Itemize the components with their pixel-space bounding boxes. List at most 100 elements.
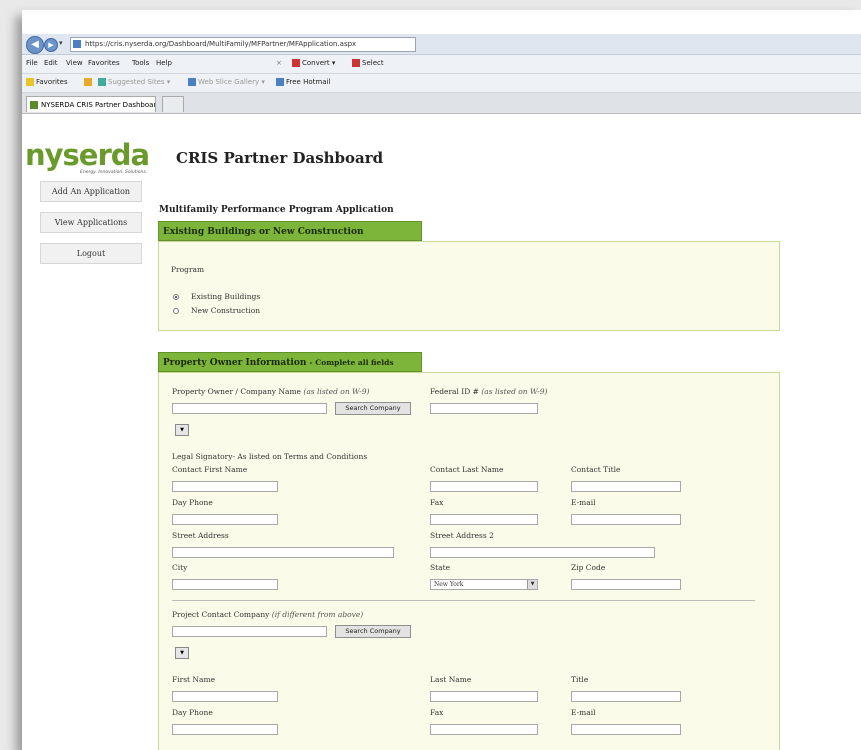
menu-tools[interactable]: Tools (132, 59, 149, 67)
day-phone-label: Day Phone (172, 498, 213, 507)
select-icon (352, 59, 360, 67)
contact-title-label: Contact Title (571, 465, 621, 474)
logo: nyserda (25, 138, 150, 172)
section-owner: Property Owner / Company Name (as listed… (158, 372, 780, 750)
radio-existing-buildings[interactable] (173, 294, 179, 300)
menu-file[interactable]: File (26, 59, 38, 67)
street-address2-label: Street Address 2 (430, 531, 494, 540)
forward-icon[interactable]: ▶ (44, 38, 58, 52)
zip-input[interactable] (571, 579, 681, 590)
history-dropdown-icon[interactable]: ▾ (59, 39, 63, 47)
fax-label-2: Fax (430, 708, 444, 717)
zip-label: Zip Code (571, 563, 606, 572)
address-bar: ◀ ▶ ▾ https://cris.nyserda.org/Dashboard… (22, 34, 861, 55)
project-contact-text: Project Contact Company (172, 610, 270, 619)
program-label: Program (171, 265, 205, 274)
tab-active[interactable]: NYSERDA CRIS Partner Dashboard (26, 96, 156, 112)
day-phone-input-2[interactable] (172, 724, 278, 735)
day-phone-input[interactable] (172, 514, 278, 525)
sidebar-item-logout[interactable]: Logout (40, 243, 142, 264)
contact-first-input[interactable] (172, 481, 278, 492)
close-toolbar-icon[interactable]: × (276, 59, 282, 67)
section-building-type: Program Existing Buildings New Construct… (158, 241, 780, 331)
email-input-2[interactable] (571, 724, 681, 735)
select-label: Select (362, 59, 384, 67)
select-button[interactable]: Select (352, 59, 384, 67)
title-label: Title (571, 675, 589, 684)
first-name-input[interactable] (172, 691, 278, 702)
dashboard-title: CRIS Partner Dashboard (176, 149, 384, 167)
tab-bar: NYSERDA CRIS Partner Dashboard (22, 93, 861, 114)
owner-name-note: (as listed on W-9) (303, 387, 370, 396)
menu-favorites[interactable]: Favorites (88, 59, 120, 67)
url-text: https://cris.nyserda.org/Dashboard/Multi… (85, 40, 357, 48)
fax-input-2[interactable] (430, 724, 538, 735)
project-contact-input[interactable] (172, 626, 327, 637)
street-address2-input[interactable] (430, 547, 655, 558)
convert-label: Convert (302, 59, 330, 67)
first-name-label: First Name (172, 675, 216, 684)
street-address-input[interactable] (172, 547, 394, 558)
menu-help[interactable]: Help (156, 59, 172, 67)
state-select[interactable]: New York ▼ (430, 579, 538, 590)
day-phone-label-2: Day Phone (172, 708, 213, 717)
project-contact-label: Project Contact Company (if different fr… (172, 610, 363, 619)
contact-last-label: Contact Last Name (430, 465, 504, 474)
radio-new-label: New Construction (191, 306, 261, 315)
owner-name-label: Property Owner / Company Name (as listed… (172, 387, 369, 396)
contact-title-input[interactable] (571, 481, 681, 492)
sidebar-item-add-application[interactable]: Add An Application (40, 181, 142, 202)
title-input[interactable] (571, 691, 681, 702)
radio-existing-label: Existing Buildings (191, 292, 261, 301)
suggested-sites-icon (98, 78, 106, 86)
menu-edit[interactable]: Edit (44, 59, 58, 67)
hotmail-icon (276, 78, 284, 86)
favorites-button[interactable]: Favorites (26, 78, 68, 86)
federal-id-note: (as listed on W-9) (481, 387, 548, 396)
fax-input[interactable] (430, 514, 538, 525)
federal-id-text: Federal ID # (430, 387, 479, 396)
back-icon[interactable]: ◀ (26, 36, 44, 54)
star-icon (26, 78, 34, 86)
convert-button[interactable]: Convert ▾ (292, 59, 335, 67)
sidebar-item-view-applications[interactable]: View Applications (40, 212, 142, 233)
tab-title: NYSERDA CRIS Partner Dashboard (41, 101, 156, 109)
fax-label: Fax (430, 498, 444, 507)
contact-last-input[interactable] (430, 481, 538, 492)
fav-suggested-sites[interactable]: Suggested Sites ▾ (98, 78, 170, 86)
dropdown-arrow-icon: ▼ (527, 580, 537, 589)
add-star-icon (84, 78, 92, 86)
search-company-button-2[interactable]: Search Company (335, 625, 411, 638)
street-address-label: Street Address (172, 531, 229, 540)
fav-hotmail[interactable]: Free Hotmail (276, 78, 330, 86)
section-header-owner: Property Owner Information - Complete al… (158, 352, 422, 372)
url-input[interactable]: https://cris.nyserda.org/Dashboard/Multi… (70, 37, 416, 52)
search-company-button[interactable]: Search Company (335, 402, 411, 415)
fav-web-slice-label: Web Slice Gallery (198, 78, 260, 86)
email-label-2: E-mail (571, 708, 596, 717)
expand-owner-button[interactable]: ▼ (175, 424, 189, 436)
web-slice-icon (188, 78, 196, 86)
owner-header-subtitle: - Complete all fields (309, 358, 394, 367)
radio-new-construction[interactable] (173, 308, 179, 314)
favorites-label: Favorites (36, 78, 68, 86)
fav-web-slice[interactable]: Web Slice Gallery ▾ (188, 78, 265, 86)
menu-bar: File Edit View Favorites Tools Help × Co… (22, 55, 861, 74)
section-header-building-type: Existing Buildings or New Construction (158, 221, 422, 241)
owner-name-text: Property Owner / Company Name (172, 387, 301, 396)
federal-id-input[interactable] (430, 403, 538, 414)
legal-signatory-label: Legal Signatory- As listed on Terms and … (172, 452, 368, 461)
add-favorite-icon[interactable] (84, 78, 94, 86)
federal-id-label: Federal ID # (as listed on W-9) (430, 387, 547, 396)
city-input[interactable] (172, 579, 278, 590)
fav-hotmail-label: Free Hotmail (286, 78, 331, 86)
owner-name-input[interactable] (172, 403, 327, 414)
expand-project-button[interactable]: ▼ (175, 647, 189, 659)
favicon-icon (30, 101, 38, 109)
email-input[interactable] (571, 514, 681, 525)
state-selected-value: New York (434, 581, 464, 588)
menu-view[interactable]: View (66, 59, 83, 67)
new-tab-button[interactable] (162, 96, 184, 112)
page-title: Multifamily Performance Program Applicat… (159, 205, 394, 215)
last-name-input[interactable] (430, 691, 538, 702)
